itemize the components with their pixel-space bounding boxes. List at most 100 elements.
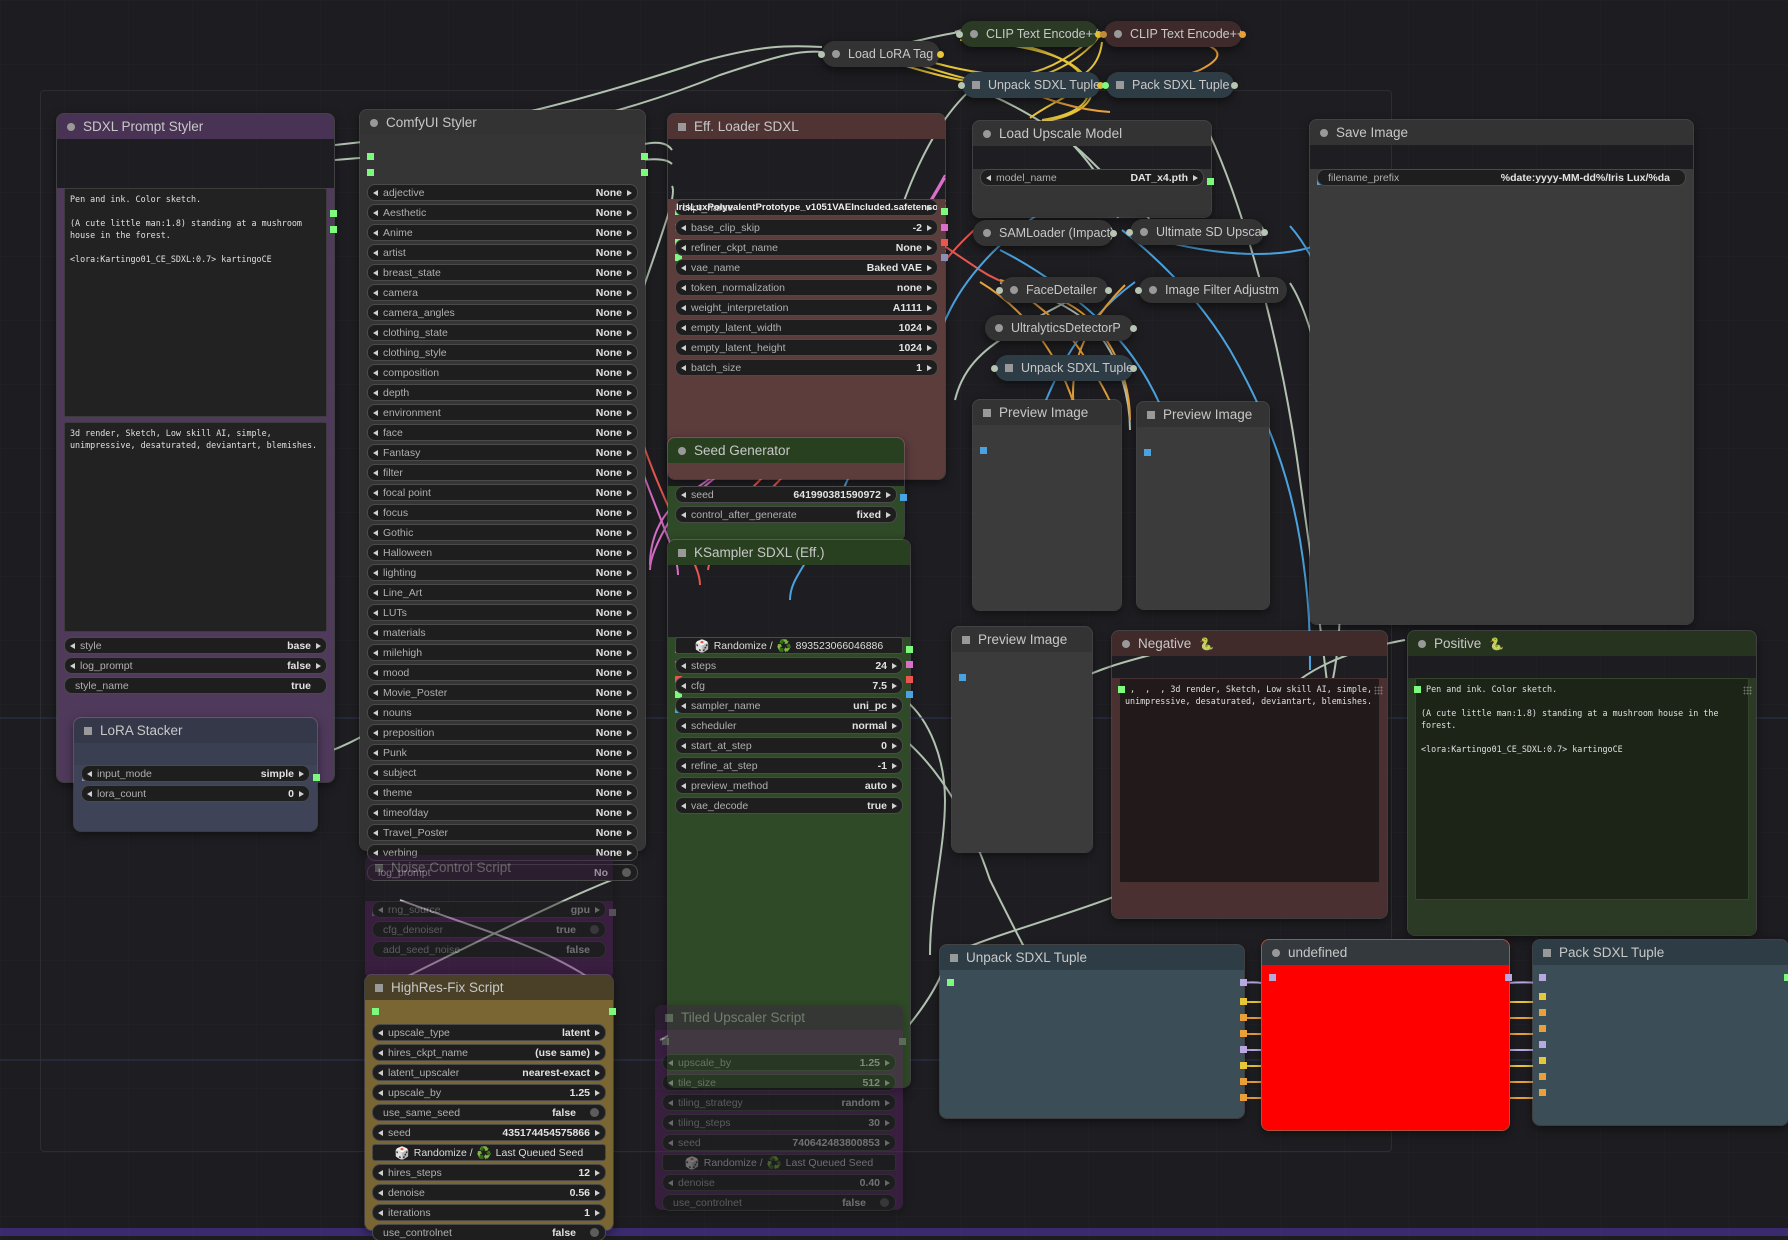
output-socket-sdxl-tuple[interactable] xyxy=(906,646,913,653)
node-clip-text-encode-negative[interactable]: CLIP Text Encode++ xyxy=(1100,21,1246,47)
output-socket[interactable] xyxy=(1130,325,1137,332)
node-load-upscale-model[interactable]: Load Upscale Model model_name DAT_x4.pth xyxy=(972,120,1214,218)
output-socket-script[interactable] xyxy=(899,1038,906,1045)
widget-lighting[interactable]: lighting None xyxy=(367,564,638,581)
collapse-square[interactable] xyxy=(678,548,686,557)
collapse-square[interactable] xyxy=(1116,81,1124,89)
widget-environment[interactable]: environment None xyxy=(367,404,638,421)
collapse-square[interactable] xyxy=(950,953,958,962)
input-socket-7[interactable] xyxy=(1539,1089,1546,1096)
widget-denoise[interactable]: denoise 0.56 xyxy=(372,1184,606,1201)
widget-composition[interactable]: composition None xyxy=(367,364,638,381)
randomize-seed-button[interactable]: 🎲 Randomize / ♻️ 893523066046886 xyxy=(675,637,903,654)
input-socket-script[interactable] xyxy=(662,1038,669,1045)
resize-grip-icon[interactable] xyxy=(1743,686,1752,695)
node-title[interactable]: Negative 🐍 xyxy=(1112,631,1387,656)
widget-seed[interactable]: seed 435174454575866 xyxy=(372,1124,606,1141)
positive-text-area[interactable]: Pen and ink. Color sketch. (A cute littl… xyxy=(1415,678,1749,900)
node-ultralytics-detector-provider[interactable]: UltralyticsDetectorP xyxy=(985,315,1137,341)
node-title[interactable]: FaceDetailer xyxy=(1000,277,1108,303)
node-samloader-impact[interactable]: SAMLoader (Impact) xyxy=(973,220,1117,246)
widget-halloween[interactable]: Halloween None xyxy=(367,544,638,561)
widget-lora-count[interactable]: lora_count 0 xyxy=(81,785,310,802)
node-preview-image-2[interactable]: Preview Image xyxy=(1136,401,1270,610)
widget-control-after-generate[interactable]: control_after_generate fixed xyxy=(675,506,897,523)
output-socket-positive[interactable] xyxy=(641,153,648,160)
widget-punk[interactable]: Punk None xyxy=(367,744,638,761)
node-title[interactable]: Preview Image xyxy=(973,400,1121,425)
collapse-square[interactable] xyxy=(972,81,980,89)
input-socket-1[interactable] xyxy=(1539,993,1546,1000)
widget-steps[interactable]: steps 24 xyxy=(675,657,903,674)
node-title[interactable]: Eff. Loader SDXL xyxy=(668,114,945,139)
node-title[interactable]: Noise Control Script xyxy=(365,855,613,880)
input-socket-sdxl-tuple[interactable] xyxy=(947,979,954,986)
collapse-dot[interactable] xyxy=(1418,639,1426,648)
widget-anime[interactable]: Anime None xyxy=(367,224,638,241)
output-socket-conditioning[interactable] xyxy=(906,676,913,683)
widget-filename-prefix[interactable]: filename_prefix %date:yyyy-MM-dd%/Iris Lu… xyxy=(1317,169,1686,186)
toggle-knob[interactable] xyxy=(622,868,631,877)
node-unpack-sdxl-tuple-top[interactable]: Unpack SDXL Tuple xyxy=(958,72,1104,98)
widget-breast-state[interactable]: breast_state None xyxy=(367,264,638,281)
collapse-dot[interactable] xyxy=(67,122,75,131)
widget-seed[interactable]: seed 641990381590972 xyxy=(675,486,897,503)
widget-token-normalization[interactable]: token_normalization none xyxy=(675,279,938,296)
collapse-dot[interactable] xyxy=(678,446,686,455)
collapse-square[interactable] xyxy=(375,983,383,992)
collapse-dot[interactable] xyxy=(1114,30,1122,38)
widget-add-seed-noise[interactable]: add_seed_noise false xyxy=(372,941,606,958)
widget-use-controlnet[interactable]: use_controlnet false xyxy=(662,1194,896,1211)
node-highres-fix-script[interactable]: HighRes-Fix Script upscale_type latent hir… xyxy=(364,974,616,1240)
widget-tile-size[interactable]: tile_size 512 xyxy=(662,1074,896,1091)
widget-model-name[interactable]: model_name DAT_x4.pth xyxy=(980,169,1204,186)
positive-text-area[interactable]: Pen and ink. Color sketch. (A cute littl… xyxy=(64,188,327,417)
collapse-square[interactable] xyxy=(1005,364,1013,372)
output-socket-7[interactable] xyxy=(1240,1094,1247,1101)
output-socket-3[interactable] xyxy=(1240,1030,1247,1037)
output-socket[interactable] xyxy=(1231,82,1238,89)
output-socket-sdxl-tuple[interactable] xyxy=(941,208,948,215)
node-title[interactable]: Pack SDXL Tuple xyxy=(1533,940,1788,965)
node-title[interactable]: Pack SDXL Tuple xyxy=(1106,72,1234,98)
widget-line-art[interactable]: Line_Art None xyxy=(367,584,638,601)
randomize-seed-button[interactable]: 🎲 Randomize / ♻️ Last Queued Seed xyxy=(662,1154,896,1171)
input-socket-images[interactable] xyxy=(1144,449,1151,456)
widget-weight-interpretation[interactable]: weight_interpretation A1111 xyxy=(675,299,938,316)
output-socket[interactable] xyxy=(1239,31,1246,38)
node-title[interactable]: Save Image xyxy=(1310,120,1693,145)
output-socket-string[interactable] xyxy=(1118,686,1125,693)
widget-style-name[interactable]: style_name true xyxy=(64,677,327,694)
collapse-square[interactable] xyxy=(375,863,383,872)
node-load-lora-tag[interactable]: Load LoRA Tag xyxy=(818,41,944,67)
input-socket[interactable] xyxy=(1135,287,1142,294)
node-preview-image-1[interactable]: Preview Image xyxy=(972,399,1122,611)
node-image-filter-adjustment[interactable]: Image Filter Adjustm xyxy=(1135,277,1287,303)
output-socket-latent[interactable] xyxy=(941,254,948,261)
collapse-square[interactable] xyxy=(1543,948,1551,957)
widget-theme[interactable]: theme None xyxy=(367,784,638,801)
widget-latent-upscaler[interactable]: latent_upscaler nearest-exact xyxy=(372,1064,606,1081)
output-socket[interactable] xyxy=(1110,230,1117,237)
node-title[interactable]: ComfyUI Styler xyxy=(360,110,645,135)
node-sdxl-prompt-styler[interactable]: SDXL Prompt Styler Pen and ink. Color sk… xyxy=(56,113,337,783)
widget-upscale-type[interactable]: upscale_type latent xyxy=(372,1024,606,1041)
output-socket-model[interactable] xyxy=(906,661,913,668)
node-title[interactable]: Positive 🐍 xyxy=(1408,631,1756,656)
node-title[interactable]: Ultimate SD Upscale xyxy=(1130,219,1264,245)
input-socket-script[interactable] xyxy=(372,1008,379,1015)
widget-style[interactable]: style base xyxy=(64,637,327,654)
node-lora-stacker[interactable]: LoRA Stacker input_mode simple lora_count… xyxy=(73,717,320,832)
node-title[interactable]: CLIP Text Encode++ xyxy=(1104,21,1242,47)
widget-camera[interactable]: camera None xyxy=(367,284,638,301)
node-title[interactable]: SDXL Prompt Styler xyxy=(57,114,334,139)
collapse-dot[interactable] xyxy=(370,118,378,127)
node-comfyui-styler[interactable]: ComfyUI Styler adjective None Aesthetic Non… xyxy=(359,109,648,881)
widget-upscale-by[interactable]: upscale_by 1.25 xyxy=(372,1084,606,1101)
widget-batch-size[interactable]: batch_size 1 xyxy=(675,359,938,376)
widget-fantasy[interactable]: Fantasy None xyxy=(367,444,638,461)
node-undefined[interactable]: undefined xyxy=(1261,939,1512,1131)
node-facedetailer[interactable]: FaceDetailer xyxy=(996,277,1112,303)
widget-vae-name[interactable]: vae_name Baked VAE xyxy=(675,259,938,276)
node-pack-sdxl-tuple-top[interactable]: Pack SDXL Tuple xyxy=(1102,72,1238,98)
